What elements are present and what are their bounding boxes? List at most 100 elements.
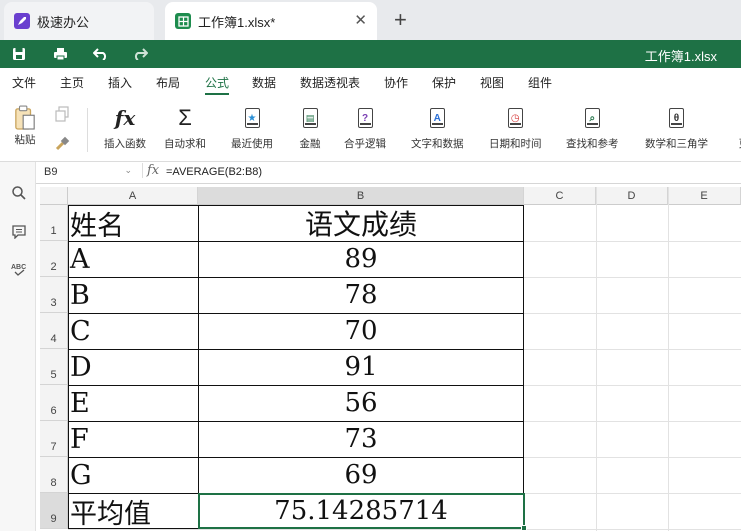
print-icon[interactable] bbox=[51, 45, 69, 63]
menu-insert[interactable]: 插入 bbox=[108, 74, 132, 91]
fill-handle[interactable] bbox=[521, 525, 527, 531]
menu-pivot-table[interactable]: 数据透视表 bbox=[300, 74, 360, 91]
row-header-4[interactable]: 4 bbox=[40, 313, 68, 349]
cell-b3[interactable]: 78 bbox=[198, 277, 524, 313]
column-header-b[interactable]: B bbox=[198, 187, 524, 205]
star-book-icon: ★ bbox=[241, 106, 263, 130]
financial-button[interactable]: ▤ 金融 bbox=[299, 106, 321, 151]
logical-label: 合乎逻辑 bbox=[344, 138, 386, 150]
more-functions-button[interactable]: 更 bbox=[733, 106, 741, 151]
table-border bbox=[68, 493, 524, 494]
sigma-icon: Σ bbox=[178, 105, 192, 130]
search-icon[interactable] bbox=[10, 184, 28, 202]
row-header-1[interactable]: 1 bbox=[40, 205, 68, 241]
cell-a4[interactable]: C bbox=[68, 313, 198, 349]
table-border bbox=[68, 277, 524, 278]
cell-a9[interactable]: 平均值 bbox=[68, 493, 198, 530]
save-icon[interactable] bbox=[10, 45, 28, 63]
copy-icon[interactable] bbox=[54, 106, 70, 127]
menu-layout[interactable]: 布局 bbox=[156, 74, 180, 91]
date-time-label: 日期和时间 bbox=[489, 138, 542, 150]
cell-b6[interactable]: 56 bbox=[198, 385, 524, 421]
search-book-icon: ⌕ bbox=[581, 106, 603, 130]
logical-button[interactable]: ? 合乎逻辑 bbox=[344, 106, 386, 151]
text-data-label: 文字和数据 bbox=[411, 138, 464, 150]
row-header-6[interactable]: 6 bbox=[40, 385, 68, 421]
close-icon[interactable]: ✕ bbox=[354, 11, 367, 29]
date-time-button[interactable]: ◷ 日期和时间 bbox=[489, 106, 542, 151]
cell-a7[interactable]: F bbox=[68, 421, 198, 457]
spreadsheet-icon bbox=[175, 13, 191, 29]
menu-view[interactable]: 视图 bbox=[480, 74, 504, 91]
cell-a6[interactable]: E bbox=[68, 385, 198, 421]
table-border bbox=[198, 205, 199, 529]
cell-a5[interactable]: D bbox=[68, 349, 198, 385]
text-data-button[interactable]: A 文字和数据 bbox=[411, 106, 464, 151]
cell-b8[interactable]: 69 bbox=[198, 457, 524, 493]
tab-label: 极速办公 bbox=[37, 14, 90, 30]
sheet-grid[interactable]: A B C D E 1 2 3 4 5 6 7 8 9 姓名 A B C D E… bbox=[40, 187, 741, 531]
cell-b7[interactable]: 73 bbox=[198, 421, 524, 457]
tab-workbook[interactable]: 工作簿1.xlsx* ✕ bbox=[165, 2, 377, 40]
grid-line bbox=[596, 187, 597, 531]
cell-b2[interactable]: 89 bbox=[198, 241, 524, 277]
fx-button[interactable]: fx bbox=[142, 163, 159, 178]
cell-b9[interactable]: 75.14285714 bbox=[198, 493, 524, 529]
document-title: 工作簿1.xlsx bbox=[644, 49, 717, 64]
new-tab-button[interactable]: + bbox=[394, 7, 407, 33]
clock-book-icon: ◷ bbox=[504, 106, 526, 130]
spellcheck-icon[interactable]: ABC bbox=[10, 260, 28, 278]
autosum-button[interactable]: Σ 自动求和 bbox=[164, 105, 206, 151]
cell-a2[interactable]: A bbox=[68, 241, 198, 277]
insert-function-button[interactable]: fx 插入函数 bbox=[104, 106, 146, 151]
column-header-a[interactable]: A bbox=[68, 187, 198, 205]
recent-used-button[interactable]: ★ 最近使用 bbox=[231, 106, 273, 151]
menu-bar: 文件 主页 插入 布局 公式 数据 数据透视表 协作 保护 视图 组件 bbox=[0, 68, 741, 96]
paste-label: 粘贴 bbox=[14, 134, 36, 146]
menu-home[interactable]: 主页 bbox=[60, 74, 84, 91]
menu-components[interactable]: 组件 bbox=[528, 74, 552, 91]
financial-book-icon: ▤ bbox=[299, 106, 321, 130]
cell-b5[interactable]: 91 bbox=[198, 349, 524, 385]
paste-button[interactable]: 粘贴 bbox=[14, 105, 36, 147]
row-header-9[interactable]: 9 bbox=[40, 493, 68, 529]
row-header-2[interactable]: 2 bbox=[40, 241, 68, 277]
undo-icon[interactable] bbox=[91, 45, 109, 63]
cell-a1[interactable]: 姓名 bbox=[68, 205, 198, 242]
chevron-down-icon[interactable]: ⌄ bbox=[124, 165, 132, 176]
menu-file[interactable]: 文件 bbox=[12, 74, 36, 91]
select-all-corner[interactable] bbox=[40, 187, 68, 205]
math-trig-button[interactable]: θ 数学和三角学 bbox=[645, 106, 708, 151]
formula-input[interactable]: =AVERAGE(B2:B8) bbox=[166, 166, 262, 178]
row-header-8[interactable]: 8 bbox=[40, 457, 68, 493]
name-box[interactable]: B9 ⌄ bbox=[40, 164, 136, 182]
cell-a8[interactable]: G bbox=[68, 457, 198, 493]
menu-data[interactable]: 数据 bbox=[252, 74, 276, 91]
menu-collaborate[interactable]: 协作 bbox=[384, 74, 408, 91]
row-header-7[interactable]: 7 bbox=[40, 421, 68, 457]
question-book-icon: ? bbox=[354, 106, 376, 130]
theta-book-icon: θ bbox=[666, 106, 688, 130]
column-header-e[interactable]: E bbox=[668, 187, 741, 205]
redo-icon[interactable] bbox=[131, 45, 149, 63]
column-header-c[interactable]: C bbox=[524, 187, 596, 205]
row-header-5[interactable]: 5 bbox=[40, 349, 68, 385]
browser-tab-bar: 极速办公 工作簿1.xlsx* ✕ + bbox=[0, 0, 741, 40]
cell-b4[interactable]: 70 bbox=[198, 313, 524, 349]
row-header-3[interactable]: 3 bbox=[40, 277, 68, 313]
menu-protect[interactable]: 保护 bbox=[432, 74, 456, 91]
insert-function-label: 插入函数 bbox=[104, 138, 146, 150]
format-painter-icon[interactable] bbox=[54, 136, 70, 157]
name-box-value: B9 bbox=[44, 166, 58, 178]
text-book-icon: A bbox=[426, 106, 448, 130]
comment-icon[interactable] bbox=[10, 222, 28, 240]
tab-home[interactable]: 极速办公 bbox=[4, 2, 154, 40]
column-header-d[interactable]: D bbox=[596, 187, 668, 205]
cell-a3[interactable]: B bbox=[68, 277, 198, 313]
fx-icon: fx bbox=[114, 106, 136, 130]
autosum-label: 自动求和 bbox=[164, 138, 206, 150]
menu-formulas[interactable]: 公式 bbox=[205, 74, 229, 91]
cell-b1[interactable]: 语文成绩 bbox=[198, 205, 524, 241]
tab-label: 工作簿1.xlsx* bbox=[198, 14, 276, 30]
lookup-reference-button[interactable]: ⌕ 查找和参考 bbox=[566, 106, 619, 151]
